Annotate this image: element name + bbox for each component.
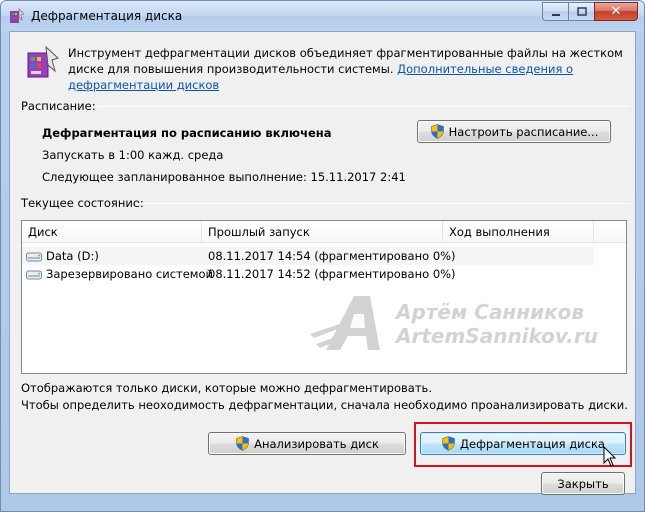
highlight-frame — [414, 422, 632, 467]
maximize-button[interactable] — [568, 2, 594, 21]
schedule-section-label: Расписание: — [21, 99, 96, 113]
column-header-disk[interactable]: Диск — [22, 221, 202, 243]
disk-list-header: Диск Прошлый запуск Ход выполнения — [22, 221, 626, 243]
dialog-body: Инструмент дефрагментации дисков объедин… — [9, 31, 636, 495]
next-run-text: Следующее запланированное выполнение: 15… — [42, 170, 406, 184]
current-state-section-label: Текущее состояние: — [21, 196, 144, 210]
schedule-status: Дефрагментация по расписанию включена — [42, 126, 332, 140]
watermark-logo-icon — [310, 296, 380, 350]
defrag-large-icon — [27, 45, 59, 78]
window-title: Дефрагментация диска — [31, 9, 183, 23]
watermark-line-1: Артём Санников — [396, 300, 585, 324]
intro-text: Инструмент дефрагментации дисков объедин… — [68, 46, 623, 92]
minimize-icon — [551, 13, 560, 16]
watermark: Артём Санников ArtemSannikov.ru — [310, 294, 610, 354]
column-header-last-run[interactable]: Прошлый запуск — [202, 221, 443, 243]
schedule-run-time: Запускать в 1:00 кажд. среда — [42, 148, 224, 162]
column-header-progress[interactable]: Ход выполнения — [443, 221, 594, 243]
disk-name: Data (D:) — [46, 249, 99, 263]
mouse-cursor-icon — [603, 446, 617, 467]
disk-name: Зарезервировано системой — [46, 267, 213, 281]
minimize-button[interactable] — [542, 2, 568, 21]
close-button[interactable]: Закрыть — [541, 472, 625, 495]
analyze-disk-button[interactable]: Анализировать диск — [208, 432, 406, 455]
close-icon: ✕ — [610, 4, 622, 19]
title-bar[interactable]: Дефрагментация диска ✕ — [1, 1, 644, 31]
disk-row-data[interactable]: Data (D:) 08.11.2017 14:54 (фрагментиров… — [22, 247, 594, 265]
schedule-divider — [97, 106, 629, 107]
uac-shield-icon — [430, 124, 444, 139]
disk-last-run: 08.11.2017 14:54 (фрагментировано 0%) — [208, 249, 456, 263]
note-line-2: Чтобы определить неоходимость дефрагмент… — [21, 398, 628, 412]
disk-row-reserved[interactable]: Зарезервировано системой 08.11.2017 14:5… — [22, 265, 594, 283]
drive-icon — [26, 252, 42, 262]
uac-shield-icon — [236, 436, 249, 451]
current-state-divider — [135, 203, 629, 204]
close-window-button[interactable]: ✕ — [594, 2, 638, 21]
defrag-app-icon — [10, 8, 25, 23]
maximize-icon — [576, 6, 587, 16]
disk-last-run: 08.11.2017 14:52 (фрагментировано 0%) — [208, 267, 456, 281]
note-line-1: Отображаются только диски, которые можно… — [21, 381, 432, 395]
drive-icon — [26, 270, 42, 280]
defrag-window: Дефрагментация диска ✕ Инструмент дефраг… — [0, 0, 645, 512]
configure-schedule-button[interactable]: Настроить расписание... — [417, 120, 611, 143]
watermark-line-2: ArtemSannikov.ru — [396, 324, 598, 348]
